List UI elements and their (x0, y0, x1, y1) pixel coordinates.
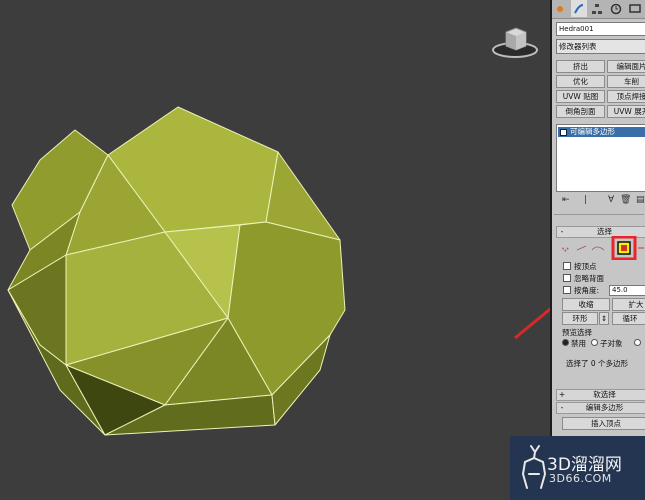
bevel-profile-button[interactable]: 倒角剖面 (556, 105, 605, 118)
shrink-button[interactable]: 收缩 (562, 298, 610, 311)
ring-spinner[interactable]: ⇕ (599, 312, 609, 325)
loop-button[interactable]: 循环 (612, 312, 645, 325)
modifier-list-dropdown[interactable]: 修改器列表 (556, 39, 645, 54)
preview-selection-label: 预览选择 (562, 328, 592, 337)
polygon-level-icon-core (621, 245, 627, 251)
tab-create[interactable] (552, 0, 569, 17)
bend-icon (573, 3, 584, 13)
edit-patch-button[interactable]: 编辑面片 (607, 60, 645, 73)
command-panel-tabs (552, 0, 645, 19)
modifier-stack[interactable]: 可编辑多边形 (556, 124, 645, 192)
uvw-map-button[interactable]: UVW 贴图 (556, 90, 605, 103)
by-vertex-label: 按顶点 (574, 262, 597, 271)
ring-button[interactable]: 环形 (562, 312, 598, 325)
stack-item-label: 可编辑多边形 (570, 127, 615, 136)
subobject-level-icons: ·.· (562, 236, 644, 260)
tutorial-arrow (514, 307, 550, 340)
insert-vertex-button[interactable]: 插入顶点 (562, 417, 645, 430)
by-angle-checkbox[interactable] (563, 286, 571, 294)
divider (554, 214, 644, 215)
perspective-viewport[interactable] (0, 0, 550, 500)
tab-motion[interactable] (608, 0, 625, 17)
vertex-weld-button[interactable]: 顶点焊接 (607, 90, 645, 103)
extrude-button[interactable]: 挤出 (556, 60, 605, 73)
unwrap-uvw-button[interactable]: UVW 展开 (607, 105, 645, 118)
tab-modify[interactable] (570, 0, 588, 17)
border-level-icon (591, 246, 605, 251)
by-vertex-checkbox[interactable] (563, 262, 571, 270)
tab-display[interactable] (626, 0, 643, 17)
stack-item-editable-poly[interactable]: 可编辑多边形 (558, 127, 645, 137)
object-name-field[interactable]: Hedra001 (556, 22, 645, 36)
clock-icon (610, 3, 622, 14)
stack-item-toggle[interactable] (560, 128, 567, 136)
lathe-button[interactable]: 车削 (607, 75, 645, 88)
selection-status: 选择了 0 个多边形 (566, 359, 629, 368)
preview-subobject-label: 子对象 (600, 339, 623, 348)
optimize-button[interactable]: 优化 (556, 75, 605, 88)
vertex-level-icon: ·.· (562, 245, 569, 253)
ignore-backfacing-label: 忽略背面 (574, 274, 604, 283)
configure-sets-icon[interactable]: ▤ (636, 195, 645, 205)
command-panel: Hedra001 修改器列表 挤出 编辑面片 优化 车削 UVW 贴图 顶点焊接… (552, 0, 645, 500)
hierarchy-icon (592, 3, 603, 14)
watermark-url: 3D66.COM (549, 472, 612, 485)
edge-level-icon (576, 245, 587, 251)
preview-multi-radio[interactable] (634, 339, 641, 346)
angle-spinner[interactable]: 45.0 (609, 285, 645, 296)
tab-hierarchy[interactable] (589, 0, 606, 17)
soft-selection-rollout-header[interactable]: + 软选择 (556, 389, 645, 401)
preview-off-label: 禁用 (571, 339, 586, 348)
edit-polygons-rollout-header[interactable]: - 编辑多边形 (556, 402, 645, 414)
by-angle-label: 按角度: (574, 286, 600, 295)
remove-modifier-icon[interactable]: 🗑 (620, 195, 631, 205)
ignore-backfacing-checkbox[interactable] (563, 274, 571, 282)
stack-tools: ⇤ | ∀ 🗑 ▤ (552, 195, 645, 209)
make-unique-icon[interactable]: ∀ (608, 195, 614, 205)
monitor-icon (628, 3, 641, 13)
preview-off-radio[interactable] (562, 339, 569, 346)
sun-icon (557, 5, 564, 12)
grow-button[interactable]: 扩大 (612, 298, 645, 311)
show-end-result-icon[interactable]: | (584, 195, 587, 205)
preview-subobject-radio[interactable] (591, 339, 598, 346)
pin-stack-icon[interactable]: ⇤ (562, 195, 570, 205)
